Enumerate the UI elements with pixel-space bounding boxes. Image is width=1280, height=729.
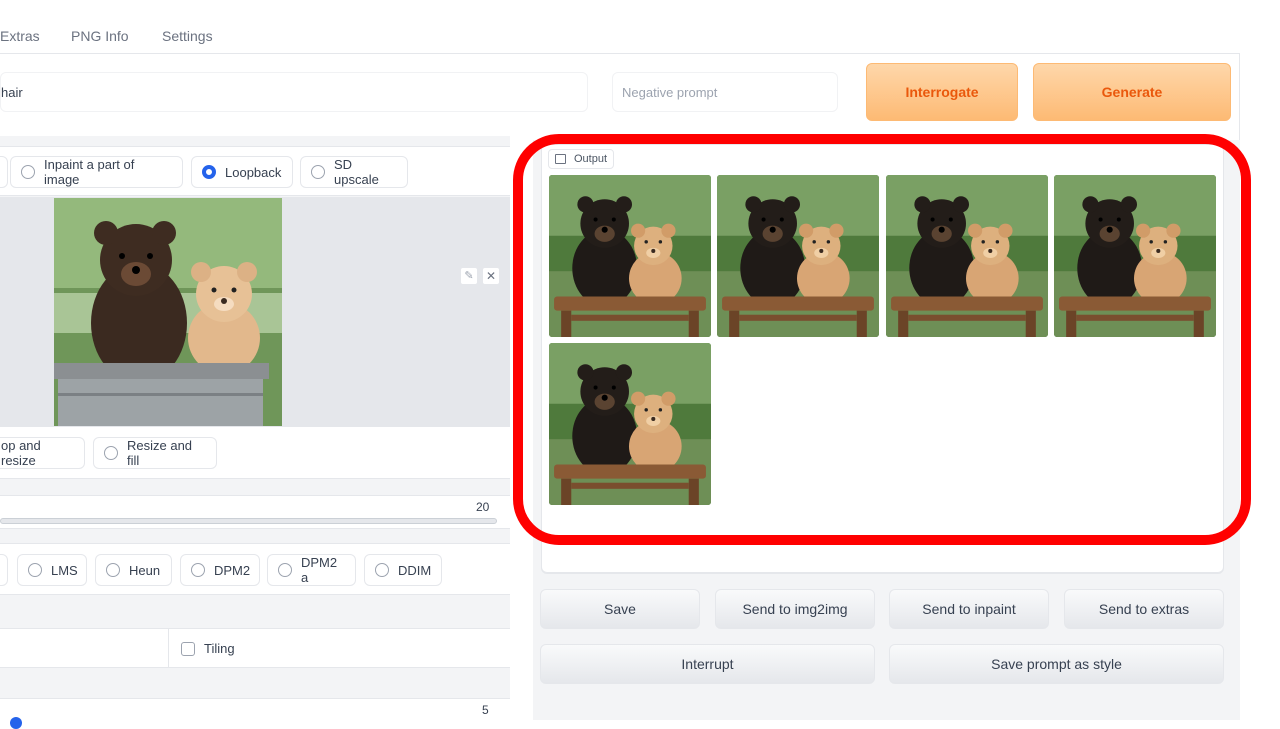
column-divider — [168, 629, 169, 667]
checkbox-icon — [181, 641, 195, 656]
send-to-extras-button[interactable]: Send to extras — [1064, 589, 1224, 629]
send-to-img2img-button[interactable]: Send to img2img — [715, 589, 875, 629]
prompt-input[interactable]: hair — [0, 72, 588, 112]
input-image-area[interactable]: ✎ ✕ — [0, 197, 510, 427]
options-row: Tiling — [0, 628, 510, 668]
settings-panel: Inpaint a part of image Loopback SD upsc… — [0, 136, 510, 729]
radio-icon — [311, 165, 325, 179]
radio-label: Inpaint a part of image — [44, 157, 135, 187]
radio-icon — [28, 563, 42, 577]
save-prompt-as-style-button[interactable]: Save prompt as style — [889, 644, 1224, 684]
radio-icon — [106, 563, 120, 577]
radio-label: Resize and fill — [127, 438, 193, 468]
sampler-radio-partial[interactable] — [0, 554, 8, 586]
negative-prompt-placeholder: Negative prompt — [622, 85, 718, 100]
interrupt-button[interactable]: Interrupt — [540, 644, 875, 684]
resize-radio-fill[interactable]: Resize and fill — [93, 437, 217, 469]
tab-extras[interactable]: Extras — [0, 28, 40, 44]
tabs-divider — [0, 53, 1240, 54]
resize-row: op and resize Resize and fill — [0, 427, 510, 479]
negative-prompt-input[interactable]: Negative prompt — [612, 72, 838, 112]
batch-row: 5 — [0, 698, 510, 729]
batch-slider-handle[interactable] — [10, 717, 22, 729]
sampler-radio-dpm2a[interactable]: DPM2 a — [267, 554, 356, 586]
steps-slider[interactable] — [0, 518, 497, 524]
generation-info — [541, 545, 1224, 573]
tab-settings[interactable]: Settings — [162, 28, 213, 44]
highlight-outline — [513, 134, 1251, 545]
sampler-row: LMS Heun DPM2 DPM2 a DDIM — [0, 543, 510, 595]
radio-label: SD upscale — [334, 157, 379, 187]
radio-label: LMS — [51, 562, 78, 578]
mode-radio-partial[interactable] — [0, 156, 8, 188]
radio-label: DDIM — [398, 562, 432, 578]
batch-value: 5 — [482, 703, 489, 717]
radio-label: op and resize — [1, 438, 41, 468]
radio-label: Heun — [129, 562, 161, 578]
tiling-label: Tiling — [204, 641, 235, 656]
radio-icon — [375, 563, 389, 577]
radio-icon — [278, 563, 292, 577]
steps-value: 20 — [476, 500, 490, 514]
interrogate-button[interactable]: Interrogate — [866, 63, 1018, 121]
send-to-inpaint-button[interactable]: Send to inpaint — [889, 589, 1049, 629]
mode-radio-sd-upscale[interactable]: SD upscale — [300, 156, 408, 188]
steps-row: 20 — [0, 495, 510, 529]
close-icon[interactable]: ✕ — [482, 267, 500, 285]
prompt-text: hair — [1, 85, 23, 100]
radio-label: DPM2 a — [301, 555, 338, 585]
radio-icon — [191, 563, 205, 577]
radio-icon — [104, 446, 118, 460]
edit-icon[interactable]: ✎ — [460, 267, 478, 285]
sampler-radio-ddim[interactable]: DDIM — [364, 554, 442, 586]
save-button[interactable]: Save — [540, 589, 700, 629]
radio-selected-icon — [202, 165, 216, 179]
sampler-radio-lms[interactable]: LMS — [17, 554, 87, 586]
radio-label: Loopback — [225, 164, 282, 180]
tab-png-info[interactable]: PNG Info — [71, 28, 129, 44]
resize-radio-crop[interactable]: op and resize — [0, 437, 85, 469]
mode-radio-inpaint[interactable]: Inpaint a part of image — [10, 156, 183, 188]
input-image — [54, 198, 282, 426]
radio-label: DPM2 — [214, 562, 251, 578]
generate-button[interactable]: Generate — [1033, 63, 1231, 121]
sampler-radio-heun[interactable]: Heun — [95, 554, 172, 586]
tiling-checkbox[interactable]: Tiling — [181, 641, 235, 656]
mode-row: Inpaint a part of image Loopback SD upsc… — [0, 146, 510, 196]
radio-icon — [21, 165, 35, 179]
sampler-radio-dpm2[interactable]: DPM2 — [180, 554, 260, 586]
mode-radio-loopback[interactable]: Loopback — [191, 156, 293, 188]
